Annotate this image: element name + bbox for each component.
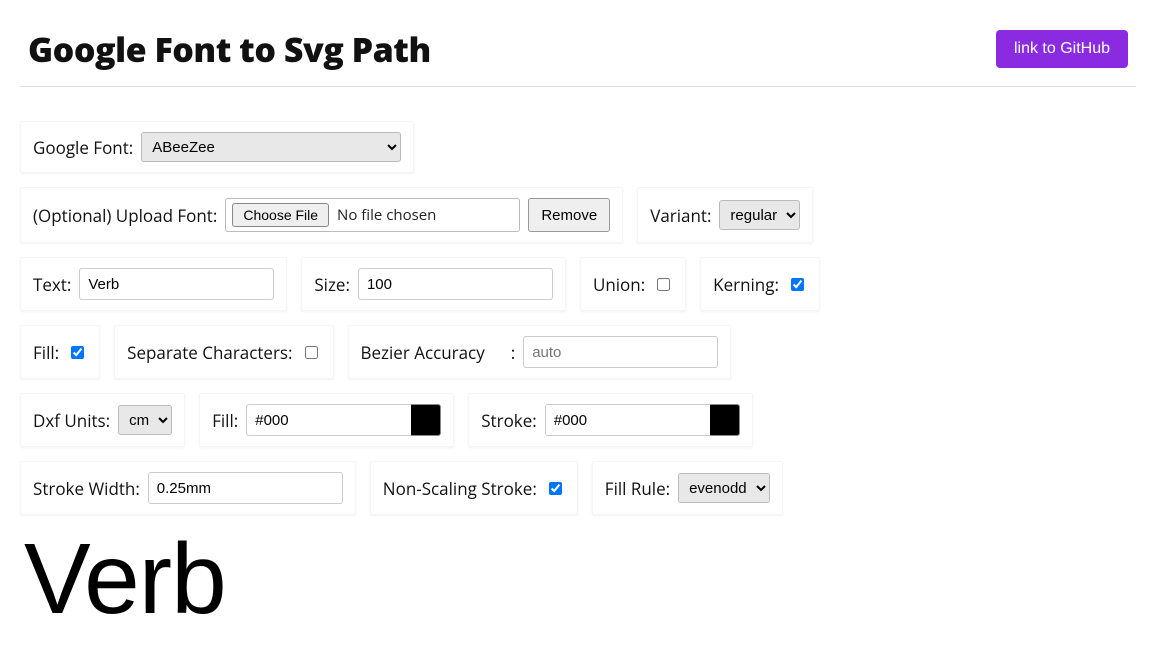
dxf-units-group: Dxf Units: cm bbox=[20, 393, 185, 447]
bezier-group: Bezier Accuracy : bbox=[348, 325, 732, 379]
separate-checkbox[interactable] bbox=[305, 346, 318, 359]
stroke-width-group: Stroke Width: bbox=[20, 461, 356, 515]
union-label: Union: bbox=[593, 273, 645, 296]
size-input[interactable] bbox=[358, 268, 553, 300]
stroke-width-input[interactable] bbox=[148, 472, 343, 504]
remove-file-button[interactable]: Remove bbox=[528, 198, 610, 232]
variant-group: Variant: regular bbox=[637, 187, 813, 243]
separate-label: Separate Characters: bbox=[127, 341, 292, 364]
kerning-label: Kerning: bbox=[713, 273, 779, 296]
page-title: Google Font to Svg Path bbox=[28, 26, 431, 72]
text-input[interactable] bbox=[79, 268, 274, 300]
fill-checkbox[interactable] bbox=[71, 346, 84, 359]
fill-checkbox-group: Fill: bbox=[20, 325, 100, 379]
fill-color-label: Fill: bbox=[212, 409, 238, 432]
dxf-units-select[interactable]: cm bbox=[118, 405, 172, 435]
kerning-checkbox[interactable] bbox=[791, 278, 804, 291]
google-font-select[interactable]: ABeeZee bbox=[141, 132, 401, 162]
bezier-label: Bezier Accuracy bbox=[361, 341, 485, 364]
stroke-color-label: Stroke: bbox=[481, 409, 537, 432]
stroke-color-swatch[interactable] bbox=[710, 404, 740, 436]
bezier-colon: : bbox=[511, 341, 515, 364]
variant-select[interactable]: regular bbox=[719, 200, 800, 230]
nonscaling-checkbox[interactable] bbox=[549, 482, 562, 495]
file-input[interactable]: Choose File No file chosen bbox=[225, 198, 520, 232]
variant-label: Variant: bbox=[650, 204, 711, 227]
size-group: Size: bbox=[301, 257, 566, 311]
stroke-width-label: Stroke Width: bbox=[33, 477, 140, 500]
fill-checkbox-label: Fill: bbox=[33, 341, 59, 364]
fill-color-group: Fill: bbox=[199, 393, 454, 447]
google-font-group: Google Font: ABeeZee bbox=[20, 121, 414, 173]
fill-color-input[interactable] bbox=[246, 404, 411, 436]
nonscaling-label: Non-Scaling Stroke: bbox=[383, 477, 537, 500]
fill-rule-label: Fill Rule: bbox=[605, 477, 670, 500]
svg-preview: Verb bbox=[20, 529, 1136, 629]
size-label: Size: bbox=[314, 273, 350, 296]
fill-color-swatch[interactable] bbox=[411, 404, 441, 436]
nonscaling-group: Non-Scaling Stroke: bbox=[370, 461, 578, 515]
stroke-color-group: Stroke: bbox=[468, 393, 753, 447]
upload-font-label: (Optional) Upload Font: bbox=[33, 204, 217, 227]
separate-group: Separate Characters: bbox=[114, 325, 333, 379]
stroke-color-input[interactable] bbox=[545, 404, 710, 436]
file-status-text: No file chosen bbox=[337, 205, 436, 225]
kerning-group: Kerning: bbox=[700, 257, 820, 311]
preview-text: Verb bbox=[24, 529, 1136, 629]
union-checkbox[interactable] bbox=[657, 278, 670, 291]
choose-file-button[interactable]: Choose File bbox=[232, 203, 329, 227]
fill-rule-select[interactable]: evenodd bbox=[678, 473, 770, 503]
union-group: Union: bbox=[580, 257, 686, 311]
dxf-units-label: Dxf Units: bbox=[33, 409, 110, 432]
fill-rule-group: Fill Rule: evenodd bbox=[592, 461, 783, 515]
text-label: Text: bbox=[33, 273, 71, 296]
google-font-label: Google Font: bbox=[33, 136, 133, 159]
github-link-button[interactable]: link to GitHub bbox=[996, 30, 1128, 68]
upload-font-group: (Optional) Upload Font: Choose File No f… bbox=[20, 187, 623, 243]
bezier-input[interactable] bbox=[523, 336, 718, 368]
text-group: Text: bbox=[20, 257, 287, 311]
